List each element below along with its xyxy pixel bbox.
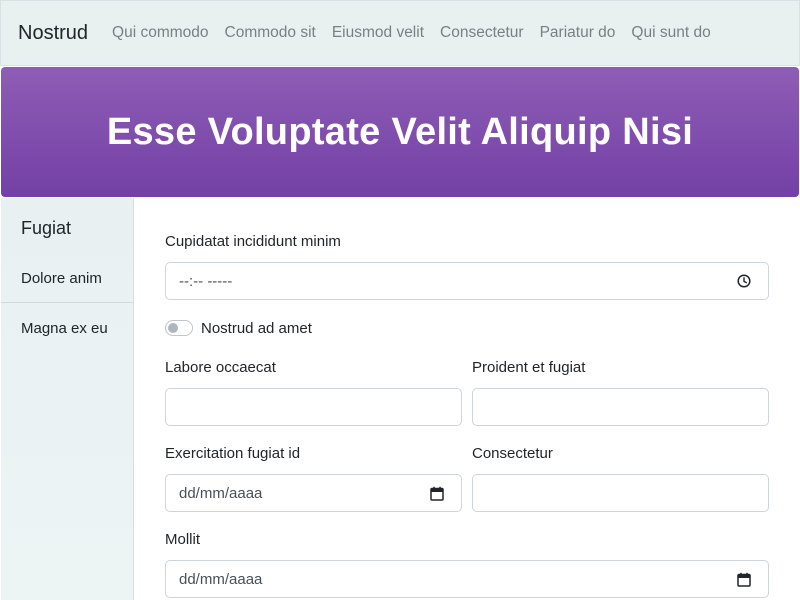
hero-title: Esse Voluptate Velit Aliquip Nisi xyxy=(106,110,694,153)
nav-link-qui-commodo[interactable]: Qui commodo xyxy=(112,24,208,42)
labore-occaecat-label: Labore occaecat xyxy=(165,359,276,376)
proident-et-fugiat-input[interactable] xyxy=(472,388,769,426)
mollit-label: Mollit xyxy=(165,531,201,548)
clock-icon[interactable] xyxy=(736,273,752,289)
time-input-value: --:-- ----- xyxy=(179,272,233,290)
calendar-icon[interactable] xyxy=(736,571,752,587)
consectetur-label: Consectetur xyxy=(472,445,553,462)
toggle-knob xyxy=(168,323,178,333)
mollit-date-input[interactable]: dd/mm/aaaa xyxy=(165,560,769,598)
time-input[interactable]: --:-- ----- xyxy=(165,262,769,300)
sidebar-divider xyxy=(1,302,134,303)
labore-occaecat-input[interactable] xyxy=(165,388,462,426)
nav-link-pariatur-do[interactable]: Pariatur do xyxy=(540,24,616,42)
nav-link-consectetur[interactable]: Consectetur xyxy=(440,24,524,42)
sidebar-item-dolore-anim[interactable]: Dolore anim xyxy=(21,270,102,287)
exercitation-date-input[interactable]: dd/mm/aaaa xyxy=(165,474,462,512)
toggle-label: Nostrud ad amet xyxy=(201,320,312,337)
nav-link-qui-sunt-do[interactable]: Qui sunt do xyxy=(631,24,710,42)
exercitation-fugiat-id-label: Exercitation fugiat id xyxy=(165,445,301,462)
proident-et-fugiat-label: Proident et fugiat xyxy=(472,359,586,376)
sidebar-item-magna-ex-eu[interactable]: Magna ex eu xyxy=(21,320,108,337)
consectetur-input[interactable] xyxy=(472,474,769,512)
sidebar: Fugiat Dolore anim Magna ex eu xyxy=(1,198,134,600)
hero-banner: Esse Voluptate Velit Aliquip Nisi xyxy=(1,67,799,197)
mollit-date-value: dd/mm/aaaa xyxy=(179,570,263,588)
nav-link-commodo-sit[interactable]: Commodo sit xyxy=(225,24,316,42)
nav-link-eiusmod-velit[interactable]: Eiusmod velit xyxy=(332,24,424,42)
sidebar-heading: Fugiat xyxy=(21,218,72,238)
top-navbar: Nostrud Qui commodo Commodo sit Eiusmod … xyxy=(0,0,800,66)
navbar-brand[interactable]: Nostrud xyxy=(18,22,88,45)
nostrud-toggle-switch[interactable] xyxy=(165,320,193,336)
calendar-icon[interactable] xyxy=(429,485,445,501)
time-field-label: Cupidatat incididunt minim xyxy=(165,233,341,250)
exercitation-date-value: dd/mm/aaaa xyxy=(179,484,263,502)
